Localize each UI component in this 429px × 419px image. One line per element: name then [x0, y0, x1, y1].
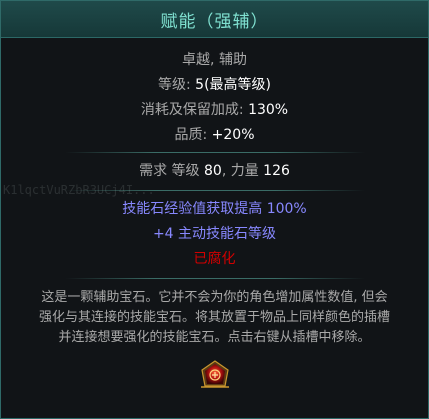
gem-icon-wrap — [1, 360, 428, 390]
cost-property: 消耗及保留加成: 130% — [1, 100, 428, 125]
quality-property: 品质: +20% — [1, 125, 428, 150]
level-label: 等级: — [157, 77, 196, 93]
properties-section: 卓越, 辅助 等级: 5(最高等级) 消耗及保留加成: 130% 品质: +20… — [1, 38, 428, 150]
req-level-label: 等级 — [171, 163, 204, 179]
level-property: 等级: 5(最高等级) — [1, 75, 428, 100]
description-line: 强化与其连接的技能宝石。将其放置于物品上同样颜色的插槽 — [38, 310, 390, 325]
mod-gem-level: +4 主动技能石等级 — [152, 226, 277, 242]
gem-tags: 卓越, 辅助 — [182, 52, 247, 68]
item-tooltip: 赋能（强辅） 卓越, 辅助 等级: 5(最高等级) 消耗及保留加成: 130% … — [0, 0, 429, 419]
quality-value: +20% — [211, 127, 255, 143]
mods-section: 技能石经验值获取提高 100% +4 主动技能石等级 已腐化 — [1, 191, 428, 274]
gem-name: 赋能（强辅） — [160, 11, 269, 32]
description-line: 并连接想要强化的技能宝石。点击右键从插槽中移除。 — [58, 330, 371, 345]
req-level-value: 80 — [203, 163, 222, 179]
description-line: 这是一颗辅助宝石。它并不会为你的角色增加属性数值, 但会 — [41, 290, 388, 305]
red-support-gem-icon — [200, 360, 229, 388]
description: 这是一颗辅助宝石。它并不会为你的角色增加属性数值, 但会 强化与其连接的技能宝石… — [1, 279, 428, 348]
quality-label: 品质: — [174, 127, 212, 143]
corrupted-label: 已腐化 — [193, 251, 236, 267]
req-separator: , — [221, 163, 231, 179]
level-value: 5(最高等级) — [195, 77, 271, 93]
mod-exp-gain: 技能石经验值获取提高 100% — [122, 201, 307, 217]
tooltip-header: 赋能（强辅） — [1, 1, 428, 38]
requirements-section: 需求 等级 80, 力量 126 K1lqctVuRZbR3UCj4I... — [1, 153, 428, 197]
cost-label: 消耗及保留加成: — [140, 102, 249, 118]
req-str-label: 力量 — [230, 163, 264, 179]
req-str-value: 126 — [263, 163, 290, 179]
requirements-prefix: 需求 — [139, 163, 172, 179]
cost-value: 130% — [248, 102, 289, 118]
